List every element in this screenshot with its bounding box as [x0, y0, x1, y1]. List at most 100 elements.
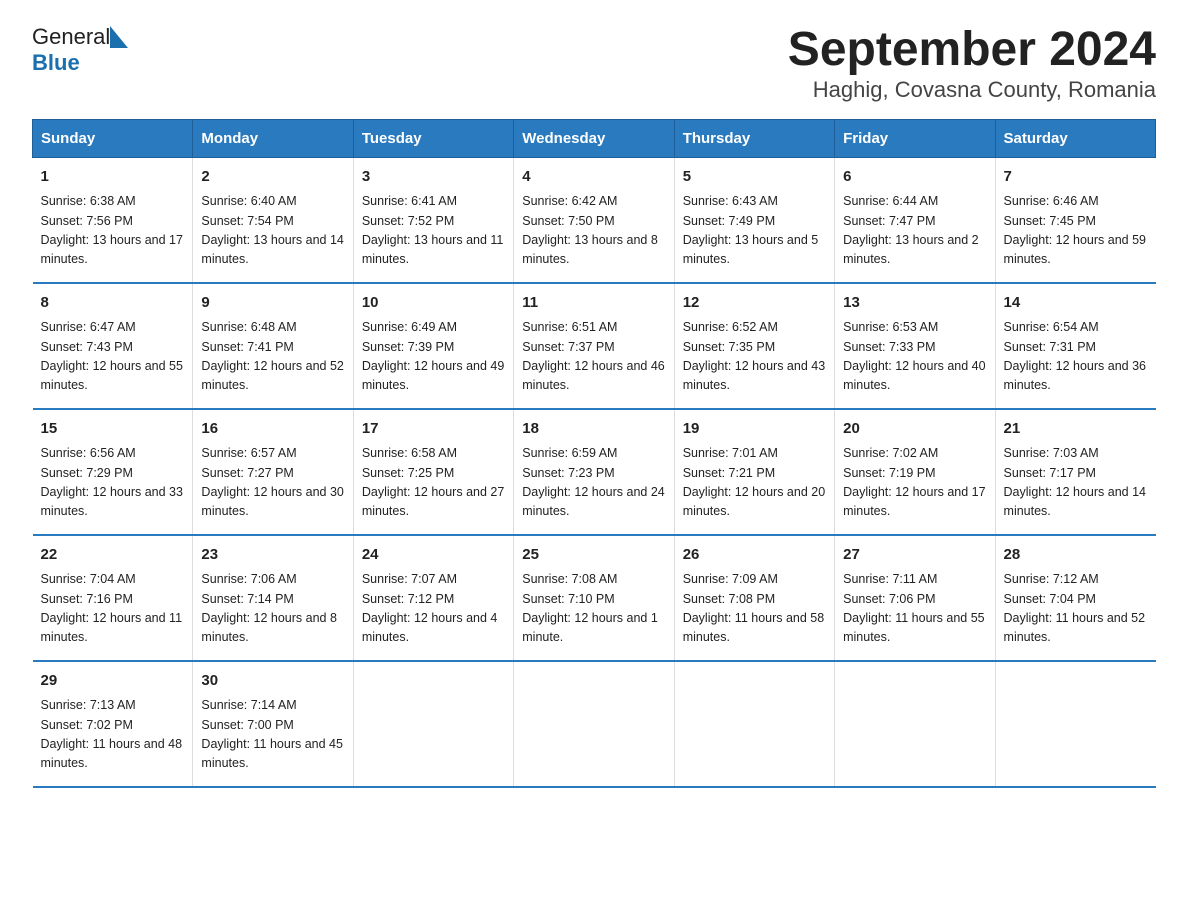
calendar-cell: 25Sunrise: 7:08 AMSunset: 7:10 PMDayligh…	[514, 535, 674, 661]
calendar-table: SundayMondayTuesdayWednesdayThursdayFrid…	[32, 119, 1156, 788]
calendar-cell: 17 Sunrise: 6:58 AMSunset: 7:25 PMDayligh…	[353, 409, 513, 535]
day-header-sunday: Sunday	[33, 119, 193, 157]
calendar-week-row: 1 Sunrise: 6:38 AMSunset: 7:56 PMDaylight…	[33, 157, 1156, 283]
calendar-week-row: 29 Sunrise: 7:13 AMSunset: 7:02 PMDayligh…	[33, 661, 1156, 787]
calendar-cell: 19 Sunrise: 7:01 AMSunset: 7:21 PMDayligh…	[674, 409, 834, 535]
day-number: 30	[201, 670, 344, 693]
calendar-week-row: 8 Sunrise: 6:47 AMSunset: 7:43 PMDaylight…	[33, 283, 1156, 409]
page-header: General Blue September 2024 Haghig, Cova…	[32, 24, 1156, 103]
day-info: Sunrise: 6:59 AMSunset: 7:23 PMDaylight:…	[522, 444, 665, 522]
calendar-cell: 23Sunrise: 7:06 AMSunset: 7:14 PMDayligh…	[193, 535, 353, 661]
day-info: Sunrise: 7:01 AMSunset: 7:21 PMDaylight:…	[683, 444, 826, 522]
day-info: Sunrise: 6:46 AMSunset: 7:45 PMDaylight:…	[1004, 192, 1148, 270]
calendar-cell: 8 Sunrise: 6:47 AMSunset: 7:43 PMDaylight…	[33, 283, 193, 409]
day-header-thursday: Thursday	[674, 119, 834, 157]
day-number: 25	[522, 544, 665, 567]
day-number: 20	[843, 418, 986, 441]
day-number: 3	[362, 166, 505, 189]
day-info: Sunrise: 6:38 AMSunset: 7:56 PMDaylight:…	[41, 192, 185, 270]
day-number: 29	[41, 670, 185, 693]
calendar-cell: 10 Sunrise: 6:49 AMSunset: 7:39 PMDayligh…	[353, 283, 513, 409]
day-info: Sunrise: 7:04 AMSunset: 7:16 PMDaylight:…	[41, 570, 185, 648]
day-info: Sunrise: 6:54 AMSunset: 7:31 PMDaylight:…	[1004, 318, 1148, 396]
day-number: 2	[201, 166, 344, 189]
day-info: Sunrise: 6:57 AMSunset: 7:27 PMDaylight:…	[201, 444, 344, 522]
day-info: Sunrise: 7:13 AMSunset: 7:02 PMDaylight:…	[41, 696, 185, 774]
day-header-monday: Monday	[193, 119, 353, 157]
logo-text-blue: Blue	[32, 50, 80, 76]
day-info: Sunrise: 7:12 AMSunset: 7:04 PMDaylight:…	[1004, 570, 1148, 648]
day-info: Sunrise: 6:51 AMSunset: 7:37 PMDaylight:…	[522, 318, 665, 396]
calendar-cell: 6 Sunrise: 6:44 AMSunset: 7:47 PMDaylight…	[835, 157, 995, 283]
day-number: 4	[522, 166, 665, 189]
day-number: 24	[362, 544, 505, 567]
calendar-cell: 27Sunrise: 7:11 AMSunset: 7:06 PMDayligh…	[835, 535, 995, 661]
day-info: Sunrise: 6:44 AMSunset: 7:47 PMDaylight:…	[843, 192, 986, 270]
calendar-header-row: SundayMondayTuesdayWednesdayThursdayFrid…	[33, 119, 1156, 157]
day-info: Sunrise: 6:47 AMSunset: 7:43 PMDaylight:…	[41, 318, 185, 396]
title-block: September 2024 Haghig, Covasna County, R…	[788, 24, 1156, 103]
day-number: 13	[843, 292, 986, 315]
calendar-title: September 2024	[788, 24, 1156, 77]
day-number: 27	[843, 544, 986, 567]
day-info: Sunrise: 6:43 AMSunset: 7:49 PMDaylight:…	[683, 192, 826, 270]
calendar-cell: 9Sunrise: 6:48 AMSunset: 7:41 PMDaylight…	[193, 283, 353, 409]
day-info: Sunrise: 6:53 AMSunset: 7:33 PMDaylight:…	[843, 318, 986, 396]
day-number: 7	[1004, 166, 1148, 189]
day-number: 26	[683, 544, 826, 567]
day-number: 8	[41, 292, 185, 315]
day-info: Sunrise: 6:41 AMSunset: 7:52 PMDaylight:…	[362, 192, 505, 270]
logo-icon	[110, 26, 128, 48]
calendar-week-row: 15 Sunrise: 6:56 AMSunset: 7:29 PMDayligh…	[33, 409, 1156, 535]
day-number: 17	[362, 418, 505, 441]
day-info: Sunrise: 7:06 AMSunset: 7:14 PMDaylight:…	[201, 570, 344, 648]
calendar-cell: 12Sunrise: 6:52 AMSunset: 7:35 PMDayligh…	[674, 283, 834, 409]
calendar-cell: 29 Sunrise: 7:13 AMSunset: 7:02 PMDayligh…	[33, 661, 193, 787]
calendar-cell: 5 Sunrise: 6:43 AMSunset: 7:49 PMDaylight…	[674, 157, 834, 283]
day-number: 19	[683, 418, 826, 441]
calendar-cell	[514, 661, 674, 787]
day-number: 22	[41, 544, 185, 567]
calendar-cell	[353, 661, 513, 787]
calendar-cell: 22 Sunrise: 7:04 AMSunset: 7:16 PMDayligh…	[33, 535, 193, 661]
logo-text-general: General	[32, 24, 110, 50]
day-info: Sunrise: 7:07 AMSunset: 7:12 PMDaylight:…	[362, 570, 505, 648]
day-header-friday: Friday	[835, 119, 995, 157]
day-header-wednesday: Wednesday	[514, 119, 674, 157]
day-info: Sunrise: 6:56 AMSunset: 7:29 PMDaylight:…	[41, 444, 185, 522]
day-info: Sunrise: 7:03 AMSunset: 7:17 PMDaylight:…	[1004, 444, 1148, 522]
day-number: 28	[1004, 544, 1148, 567]
day-info: Sunrise: 6:52 AMSunset: 7:35 PMDaylight:…	[683, 318, 826, 396]
calendar-cell: 14Sunrise: 6:54 AMSunset: 7:31 PMDayligh…	[995, 283, 1155, 409]
day-info: Sunrise: 6:42 AMSunset: 7:50 PMDaylight:…	[522, 192, 665, 270]
day-number: 11	[522, 292, 665, 315]
calendar-cell	[674, 661, 834, 787]
calendar-cell	[835, 661, 995, 787]
day-info: Sunrise: 7:09 AMSunset: 7:08 PMDaylight:…	[683, 570, 826, 648]
day-number: 18	[522, 418, 665, 441]
day-number: 1	[41, 166, 185, 189]
calendar-cell: 18 Sunrise: 6:59 AMSunset: 7:23 PMDayligh…	[514, 409, 674, 535]
day-info: Sunrise: 7:02 AMSunset: 7:19 PMDaylight:…	[843, 444, 986, 522]
day-info: Sunrise: 6:58 AMSunset: 7:25 PMDaylight:…	[362, 444, 505, 522]
day-info: Sunrise: 6:49 AMSunset: 7:39 PMDaylight:…	[362, 318, 505, 396]
day-number: 10	[362, 292, 505, 315]
calendar-cell: 13 Sunrise: 6:53 AMSunset: 7:33 PMDayligh…	[835, 283, 995, 409]
day-number: 5	[683, 166, 826, 189]
day-info: Sunrise: 7:14 AMSunset: 7:00 PMDaylight:…	[201, 696, 344, 774]
day-number: 15	[41, 418, 185, 441]
calendar-cell: 15 Sunrise: 6:56 AMSunset: 7:29 PMDayligh…	[33, 409, 193, 535]
day-number: 6	[843, 166, 986, 189]
calendar-cell: 16Sunrise: 6:57 AMSunset: 7:27 PMDayligh…	[193, 409, 353, 535]
calendar-cell: 7 Sunrise: 6:46 AMSunset: 7:45 PMDaylight…	[995, 157, 1155, 283]
calendar-cell: 2 Sunrise: 6:40 AMSunset: 7:54 PMDaylight…	[193, 157, 353, 283]
calendar-week-row: 22 Sunrise: 7:04 AMSunset: 7:16 PMDayligh…	[33, 535, 1156, 661]
calendar-cell: 30 Sunrise: 7:14 AMSunset: 7:00 PMDayligh…	[193, 661, 353, 787]
calendar-cell	[995, 661, 1155, 787]
calendar-cell: 28 Sunrise: 7:12 AMSunset: 7:04 PMDayligh…	[995, 535, 1155, 661]
calendar-cell: 21 Sunrise: 7:03 AMSunset: 7:17 PMDayligh…	[995, 409, 1155, 535]
day-number: 21	[1004, 418, 1148, 441]
day-info: Sunrise: 6:40 AMSunset: 7:54 PMDaylight:…	[201, 192, 344, 270]
calendar-cell: 11 Sunrise: 6:51 AMSunset: 7:37 PMDayligh…	[514, 283, 674, 409]
day-header-saturday: Saturday	[995, 119, 1155, 157]
